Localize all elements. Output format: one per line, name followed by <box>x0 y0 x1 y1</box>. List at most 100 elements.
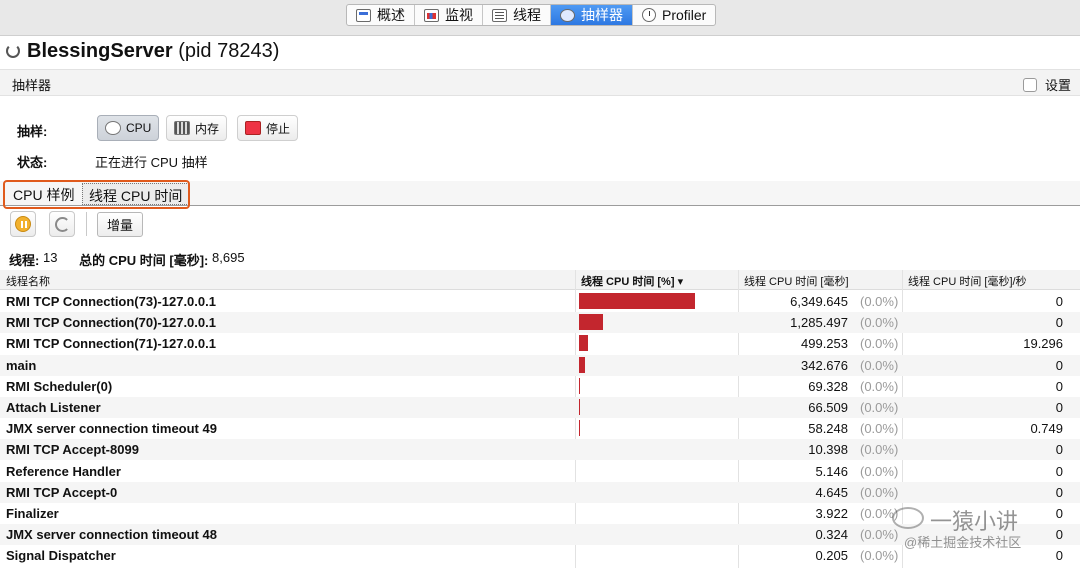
pause-button[interactable] <box>10 211 36 237</box>
cpu-time-ms: 4.645 <box>815 484 848 500</box>
overview-icon <box>356 8 371 22</box>
status-value: 正在进行 CPU 抽样 <box>95 155 208 170</box>
cpu-time-per-sec: 0.749 <box>1030 421 1063 437</box>
memory-chip-icon <box>174 121 190 135</box>
thread-name: RMI TCP Accept-8099 <box>6 442 139 458</box>
app-name: BlessingServer <box>27 40 173 62</box>
section-label: 抽样器 <box>12 78 52 93</box>
tab-sampler[interactable]: 抽样器 <box>551 5 633 25</box>
cpu-percent-bar <box>579 420 580 437</box>
tab-profiler[interactable]: Profiler <box>633 5 715 25</box>
tab-label: Profiler <box>662 7 707 23</box>
cpu-time-per-sec: 0 <box>1055 294 1063 309</box>
app-pid: (pid 78243) <box>178 40 280 62</box>
table-row[interactable]: main 342.676 (0.0%) 0 <box>0 354 1080 376</box>
cpu-time-ms: 58.248 <box>808 421 848 437</box>
loading-spinner-icon <box>6 44 20 58</box>
cpu-time-ms: 10.398 <box>808 442 848 458</box>
cpu-button-label: CPU <box>126 121 152 135</box>
col-thread-name[interactable]: 线程名称 <box>6 273 50 289</box>
cpu-percent-bar <box>579 335 588 352</box>
watermark-subtitle: @稀土掘金技术社区 <box>904 535 1022 550</box>
table-row[interactable]: RMI Scheduler(0) 69.328 (0.0%) 0 <box>0 376 1080 397</box>
cpu-time-ms: 66.509 <box>808 400 848 415</box>
table-row[interactable]: Attach Listener 66.509 (0.0%) 0 <box>0 397 1080 418</box>
cpu-time-ms: 342.676 <box>801 357 848 373</box>
status-label: 状态: <box>17 155 48 170</box>
table-row[interactable]: RMI TCP Connection(70)-127.0.0.1 1,285.49… <box>0 312 1080 334</box>
table-header: 线程名称 线程 CPU 时间 [%] ▾ 线程 CPU 时间 [毫秒] 线程 C… <box>0 270 1080 290</box>
table-row[interactable]: RMI TCP Connection(71)-127.0.0.1 499.253 (… <box>0 333 1080 354</box>
clock-icon <box>642 8 656 22</box>
table-row[interactable]: RMI TCP Accept-8099 10.398 (0.0%) 0 <box>0 439 1080 461</box>
cpu-time-per-sec: 0 <box>1055 548 1063 564</box>
cpu-time-ms: 69.328 <box>808 378 848 394</box>
cpu-time-ms: 5.146 <box>815 463 848 479</box>
settings-toggle[interactable]: 设置 <box>1023 75 1071 94</box>
thread-name: RMI Scheduler(0) <box>6 378 113 394</box>
cpu-time-pct: (0.0%) <box>860 336 899 352</box>
tab-monitor[interactable]: 监视 <box>415 5 483 25</box>
cpu-percent-bar <box>579 356 585 373</box>
thread-name: RMI TCP Accept-0 <box>6 484 118 500</box>
thread-name: main <box>6 357 37 373</box>
cpu-percent-bar <box>579 377 580 394</box>
sampler-section-header: 抽样器 设置 <box>0 69 1080 96</box>
cpu-time-per-sec: 0 <box>1055 357 1063 373</box>
cpu-time-pct: (0.0%) <box>860 315 899 331</box>
view-tab-bar: 概述 监视 线程 抽样器 Profiler <box>0 0 1080 36</box>
monitor-chart-icon <box>424 8 439 22</box>
col-cpu-percent-label: 线程 CPU 时间 [%] <box>581 276 675 288</box>
table-row[interactable]: RMI TCP Connection(73)-127.0.0.1 6,349.64… <box>0 291 1080 312</box>
thread-name: RMI TCP Connection(73)-127.0.0.1 <box>6 294 216 309</box>
tab-overview[interactable]: 概述 <box>347 5 415 25</box>
col-cpu-percent[interactable]: 线程 CPU 时间 [%] ▾ <box>581 273 683 289</box>
tab-threads[interactable]: 线程 <box>483 5 551 25</box>
cpu-time-ms: 0.324 <box>815 527 848 543</box>
thread-name: JMX server connection timeout 48 <box>6 527 217 543</box>
cpu-time-per-sec: 0 <box>1055 400 1063 415</box>
cpu-time-pct: (0.0%) <box>860 463 899 479</box>
delta-button[interactable]: 增量 <box>97 212 144 237</box>
threads-list-icon <box>492 8 507 22</box>
toolbar-separator <box>86 212 87 236</box>
col-cpu-ms[interactable]: 线程 CPU 时间 [毫秒] <box>744 273 849 289</box>
cpu-percent-bar <box>579 399 580 415</box>
total-cpu-label: 总的 CPU 时间 [毫秒]: <box>79 253 209 268</box>
settings-checkbox[interactable] <box>1023 77 1037 92</box>
thread-name: RMI TCP Connection(70)-127.0.0.1 <box>6 315 216 331</box>
table-row[interactable]: RMI TCP Accept-0 4.645 (0.0%) 0 <box>0 481 1080 503</box>
sort-desc-icon: ▾ <box>677 276 684 288</box>
cpu-time-ms: 3.922 <box>815 506 848 521</box>
sample-label: 抽样: <box>17 124 48 139</box>
cpu-time-pct: (0.0%) <box>860 548 899 564</box>
cpu-sample-button[interactable]: CPU <box>97 115 160 141</box>
stop-icon <box>245 121 261 135</box>
watermark-logo-icon <box>892 507 924 529</box>
table-row[interactable]: Reference Handler 5.146 (0.0%) 0 <box>0 461 1080 482</box>
col-cpu-ms-per-sec[interactable]: 线程 CPU 时间 [毫秒]/秒 <box>908 273 1027 289</box>
tab-label: 概述 <box>377 7 405 23</box>
cpu-time-per-sec: 0 <box>1055 378 1063 394</box>
cpu-time-per-sec: 0 <box>1055 527 1063 543</box>
cpu-time-ms: 1,285.497 <box>790 315 848 331</box>
refresh-button[interactable] <box>49 211 75 237</box>
memory-sample-button[interactable]: 内存 <box>166 115 228 141</box>
cpu-time-per-sec: 0 <box>1055 506 1063 521</box>
cpu-time-per-sec: 0 <box>1055 484 1063 500</box>
annotation-highlight-box <box>3 180 190 209</box>
thread-name: JMX server connection timeout 49 <box>6 421 217 437</box>
sampler-icon <box>560 8 575 22</box>
thread-name: Signal Dispatcher <box>6 548 116 564</box>
tab-label: 监视 <box>445 7 473 23</box>
cpu-time-per-sec: 0 <box>1055 315 1063 331</box>
cpu-time-pct: (0.0%) <box>860 294 899 309</box>
cpu-time-pct: (0.0%) <box>860 442 899 458</box>
stop-button[interactable]: 停止 <box>237 115 299 141</box>
cpu-time-pct: (0.0%) <box>860 378 899 394</box>
stop-button-label: 停止 <box>266 121 291 136</box>
settings-label: 设置 <box>1045 78 1072 93</box>
threads-value: 13 <box>42 250 58 265</box>
cpu-time-per-sec: 0 <box>1055 463 1063 479</box>
table-row[interactable]: JMX server connection timeout 49 58.248 (0… <box>0 418 1080 439</box>
